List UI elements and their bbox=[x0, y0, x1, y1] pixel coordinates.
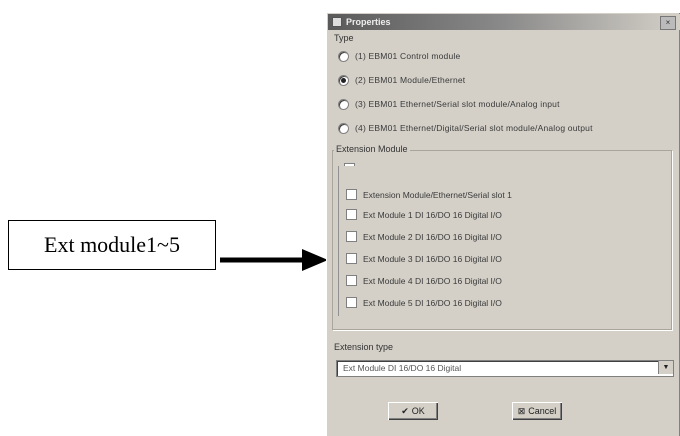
ext-section-label: Extension Module bbox=[334, 144, 410, 154]
extension-type-label: Extension type bbox=[334, 342, 394, 352]
radio-option-1[interactable]: (1) EBM01 Control module bbox=[338, 49, 460, 63]
ext-checkbox[interactable] bbox=[346, 189, 357, 200]
ext-checkbox[interactable] bbox=[346, 297, 357, 308]
radio-button[interactable] bbox=[338, 74, 349, 86]
ext-checkbox[interactable] bbox=[346, 209, 357, 220]
ext-module-label: Ext Module 3 DI 16/DO 16 Digital I/O bbox=[363, 253, 502, 264]
ext-module-row-3[interactable]: Ext Module 3 DI 16/DO 16 Digital I/O bbox=[346, 252, 502, 265]
combo-value: Ext Module DI 16/DO 16 Digital bbox=[343, 363, 462, 373]
close-icon[interactable]: × bbox=[660, 16, 676, 30]
ext-module-row-5[interactable]: Ext Module 5 DI 16/DO 16 Digital I/O bbox=[346, 296, 502, 309]
ext-module-row-4[interactable]: Ext Module 4 DI 16/DO 16 Digital I/O bbox=[346, 274, 502, 287]
callout-text: Ext module1~5 bbox=[44, 232, 180, 257]
chevron-down-icon[interactable]: ▼ bbox=[658, 361, 673, 374]
ext-module-label: Ext Module 4 DI 16/DO 16 Digital I/O bbox=[363, 275, 502, 286]
callout-arrow-icon bbox=[220, 249, 328, 271]
ext-module-row-2[interactable]: Ext Module 2 DI 16/DO 16 Digital I/O bbox=[346, 230, 502, 243]
ext-checkbox[interactable] bbox=[346, 253, 357, 264]
radio-option-3[interactable]: (3) EBM01 Ethernet/Serial slot module/An… bbox=[338, 97, 560, 111]
type-section-label: Type bbox=[334, 33, 354, 43]
radio-button[interactable] bbox=[338, 98, 349, 110]
ext-module-label: Ext Module 2 DI 16/DO 16 Digital I/O bbox=[363, 231, 502, 242]
ext-module-label: Extension Module/Ethernet/Serial slot 1 bbox=[363, 189, 512, 200]
check-icon: ✔ bbox=[401, 405, 409, 416]
radio-label: (4) EBM01 Ethernet/Digital/Serial slot m… bbox=[355, 123, 593, 133]
radio-label: (1) EBM01 Control module bbox=[355, 51, 461, 61]
radio-option-4[interactable]: (4) EBM01 Ethernet/Digital/Serial slot m… bbox=[338, 121, 593, 135]
radio-label: (2) EBM01 Module/Ethernet bbox=[355, 75, 466, 85]
radio-option-2[interactable]: (2) EBM01 Module/Ethernet bbox=[338, 73, 465, 87]
callout-ext-module: Ext module1~5 bbox=[8, 220, 216, 270]
ext-checkbox[interactable] bbox=[346, 275, 357, 286]
cancel-button[interactable]: ⊠ Cancel bbox=[512, 402, 562, 420]
ext-module-label: Ext Module 1 DI 16/DO 16 Digital I/O bbox=[363, 209, 502, 220]
dialog-title: Properties bbox=[346, 17, 391, 27]
app-icon bbox=[332, 17, 342, 27]
ext-checkbox[interactable] bbox=[346, 231, 357, 242]
dialog-titlebar[interactable]: Properties × bbox=[328, 14, 680, 30]
radio-button[interactable] bbox=[338, 122, 349, 134]
ok-button[interactable]: ✔ OK bbox=[388, 402, 438, 420]
extension-type-select[interactable]: Ext Module DI 16/DO 16 Digital ▼ bbox=[336, 360, 674, 377]
ext-module-label: Ext Module 5 DI 16/DO 16 Digital I/O bbox=[363, 297, 502, 308]
radio-label: (3) EBM01 Ethernet/Serial slot module/An… bbox=[355, 99, 560, 109]
ok-label: OK bbox=[411, 406, 425, 416]
radio-button[interactable] bbox=[338, 50, 349, 62]
ext-module-row-0[interactable]: Extension Module/Ethernet/Serial slot 1 bbox=[346, 188, 512, 201]
properties-dialog: Properties × Type (1) EBM01 Control modu… bbox=[326, 12, 680, 436]
ext-module-row-1[interactable]: Ext Module 1 DI 16/DO 16 Digital I/O bbox=[346, 208, 502, 221]
cancel-label: Cancel bbox=[528, 406, 557, 416]
cancel-icon: ⊠ bbox=[517, 405, 526, 416]
